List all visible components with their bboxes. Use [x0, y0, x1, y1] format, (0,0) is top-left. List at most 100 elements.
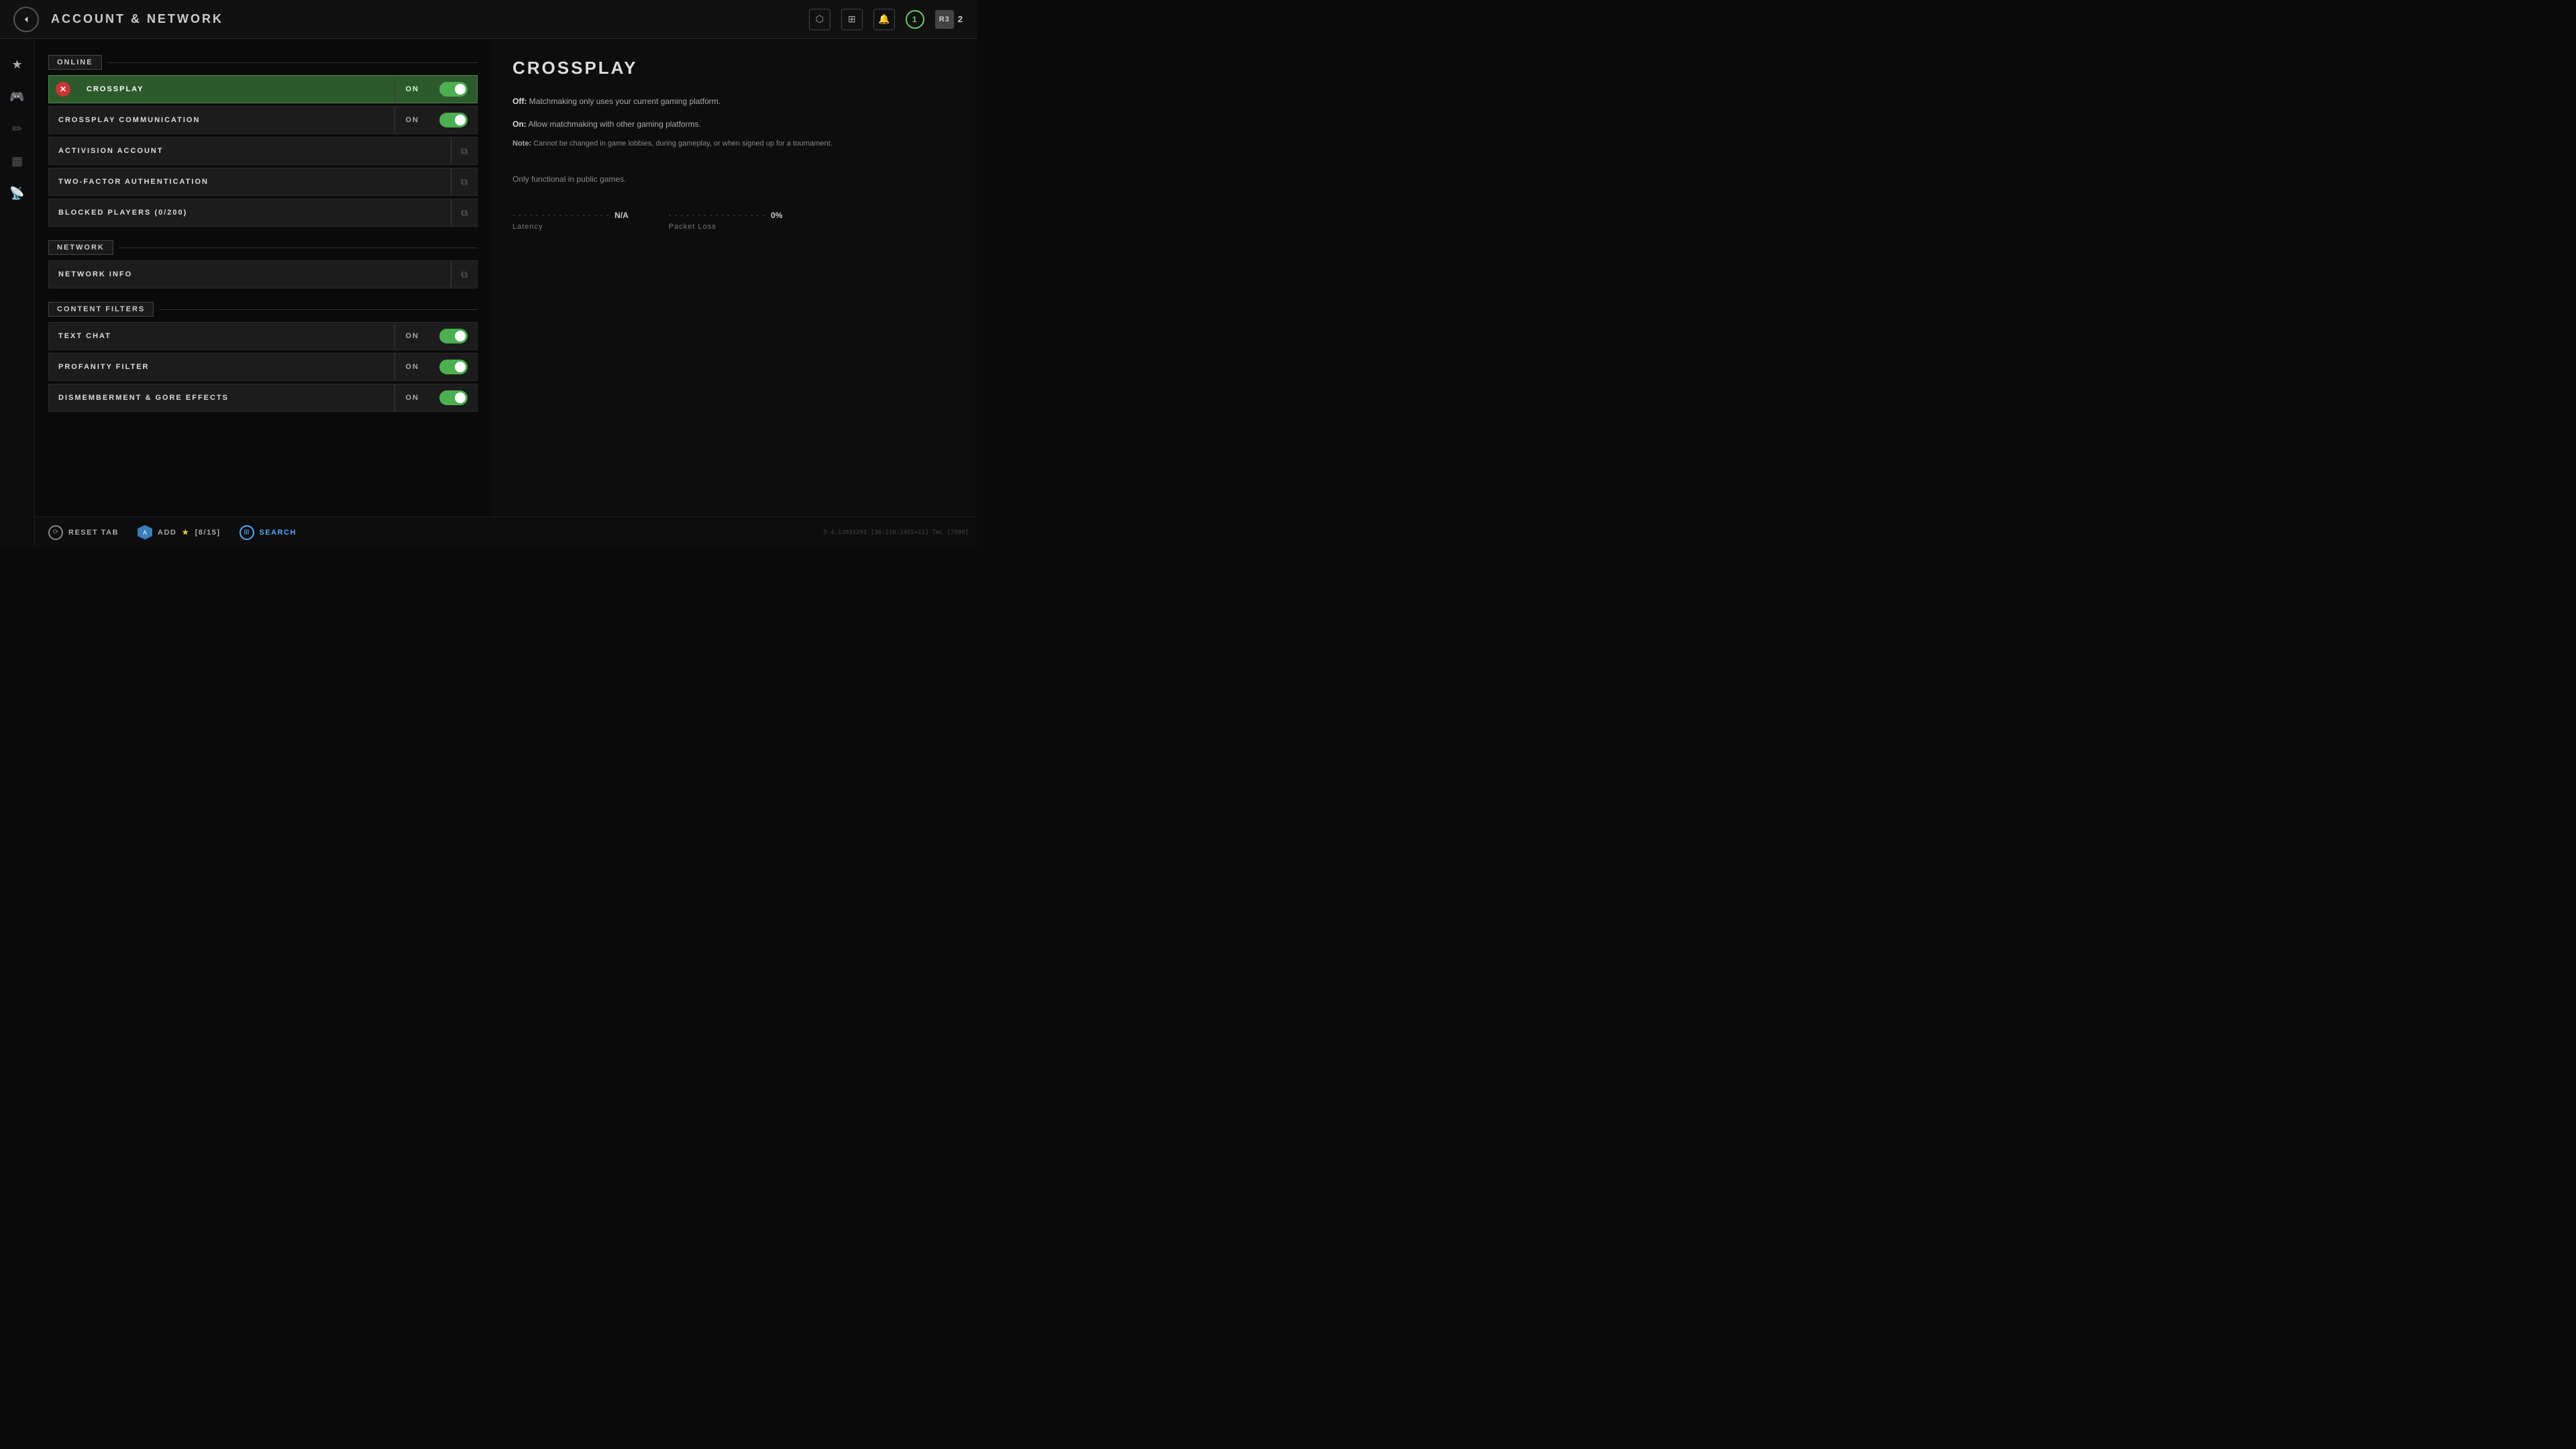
gap2 — [48, 291, 478, 299]
network-info-external-icon[interactable]: ⧉ — [451, 269, 477, 280]
profanity-filter-toggle[interactable] — [439, 360, 468, 374]
search-icon: ⊞ — [239, 525, 254, 540]
reset-tab-icon: ⟳ — [48, 525, 63, 540]
dg-toggle-container — [430, 390, 477, 405]
sidebar-item-favorites[interactable]: ★ — [5, 52, 30, 76]
currency-icon[interactable]: ⬡ — [809, 9, 830, 30]
cc-toggle-container — [430, 113, 477, 127]
text-chat-row[interactable]: TEXT CHAT ON — [48, 322, 478, 350]
network-info-row[interactable]: NETWORK INFO ⧉ — [48, 260, 478, 288]
latency-value: N/A — [614, 211, 629, 220]
dismemberment-toggle[interactable] — [439, 390, 468, 405]
activision-account-row[interactable]: ACTIVISION ACCOUNT ⧉ — [48, 137, 478, 165]
detail-note: Note: Cannot be changed in game lobbies,… — [513, 140, 955, 148]
blocked-players-external-icon[interactable]: ⧉ — [451, 207, 477, 219]
rank-circle: 1 — [906, 10, 924, 29]
top-right-icons: ⬡ ⊞ 🔔 1 R3 2 — [809, 9, 963, 30]
dismemberment-value: ON — [395, 394, 431, 402]
sidebar-item-controller[interactable]: 🎮 — [5, 85, 30, 109]
back-button[interactable] — [13, 7, 39, 32]
search-label: SEARCH — [260, 529, 297, 537]
dismemberment-row[interactable]: DISMEMBERMENT & GORE EFFECTS ON — [48, 384, 478, 412]
online-divider — [107, 62, 478, 63]
crossplay-toggle[interactable] — [439, 82, 468, 97]
bottom-bar: ⟳ RESET TAB A ADD ★ [8/15] ⊞ SEARCH 9.4.… — [35, 517, 977, 547]
crossplay-communication-value: ON — [395, 116, 431, 124]
latency-stat-line: - - - - - - - - - - - - - - - - - N/A — [513, 211, 629, 220]
packet-label: Packet Loss — [669, 223, 783, 231]
star-icon: ★ — [182, 528, 189, 537]
bottom-spacer — [48, 415, 478, 455]
network-info-label: NETWORK INFO — [49, 270, 451, 278]
sidebar-item-hud[interactable]: ▦ — [5, 149, 30, 173]
latency-stat: - - - - - - - - - - - - - - - - - N/A La… — [513, 211, 629, 231]
text-chat-toggle[interactable] — [439, 329, 468, 343]
add-favorite-icon: A — [138, 525, 152, 540]
reset-tab-action[interactable]: ⟳ RESET TAB — [48, 525, 119, 540]
detail-on-description: Allow matchmaking with other gaming plat… — [528, 119, 700, 129]
pf-toggle-container — [430, 360, 477, 374]
add-label: ADD — [158, 529, 176, 537]
sidebar: ★ 🎮 ✏ ▦ 📡 — [0, 39, 35, 547]
detail-title: CROSSPLAY — [513, 58, 955, 78]
notification-icon[interactable]: 🔔 — [873, 9, 895, 30]
detail-note-text: Cannot be changed in game lobbies, durin… — [533, 140, 833, 148]
online-section-header: ONLINE — [48, 55, 478, 70]
profanity-filter-row[interactable]: PROFANITY FILTER ON — [48, 353, 478, 381]
detail-on-text: On: Allow matchmaking with other gaming … — [513, 117, 955, 132]
two-factor-row[interactable]: TWO-FACTOR AUTHENTICATION ⧉ — [48, 168, 478, 196]
text-chat-value: ON — [395, 332, 431, 340]
latency-label: Latency — [513, 223, 629, 231]
detail-public-note: Only functional in public games. — [513, 174, 955, 184]
blocked-players-row[interactable]: BLOCKED PLAYERS (0/200) ⧉ — [48, 199, 478, 227]
packet-value: 0% — [771, 211, 782, 220]
network-section-header: NETWORK — [48, 240, 478, 255]
content-filters-section-header: CONTENT FILTERS — [48, 302, 478, 317]
detail-off-description: Matchmaking only uses your current gamin… — [529, 97, 720, 106]
latency-dashes: - - - - - - - - - - - - - - - - - — [513, 211, 609, 219]
packet-dashes: - - - - - - - - - - - - - - - - - — [669, 211, 765, 219]
rank-badge: 1 — [906, 10, 924, 29]
search-action[interactable]: ⊞ SEARCH — [239, 525, 297, 540]
gap1 — [48, 229, 478, 237]
crossplay-label: CROSSPLAY — [77, 85, 394, 93]
activision-account-label: ACTIVISION ACCOUNT — [49, 147, 451, 155]
two-factor-external-icon[interactable]: ⧉ — [451, 176, 477, 188]
left-panel: ONLINE ✕ CROSSPLAY ON CROSSPLAY COMMUNIC… — [35, 39, 491, 547]
rank-square: R3 — [935, 10, 954, 29]
sidebar-item-network[interactable]: 📡 — [5, 181, 30, 205]
network-stats: - - - - - - - - - - - - - - - - - N/A La… — [513, 211, 955, 231]
network-label: NETWORK — [48, 240, 113, 255]
add-favorite-action[interactable]: A ADD ★ [8/15] — [138, 525, 220, 540]
page-title: ACCOUNT & NETWORK — [51, 12, 223, 26]
profanity-filter-value: ON — [395, 363, 431, 371]
packet-loss-stat: - - - - - - - - - - - - - - - - - 0% Pac… — [669, 211, 783, 231]
crossplay-communication-label: CROSSPLAY COMMUNICATION — [49, 116, 394, 124]
activision-external-icon[interactable]: ⧉ — [451, 146, 477, 157]
crossplay-x-icon: ✕ — [56, 82, 70, 97]
blocked-players-label: BLOCKED PLAYERS (0/200) — [49, 209, 451, 217]
profanity-filter-label: PROFANITY FILTER — [49, 363, 394, 371]
content-filters-label: CONTENT FILTERS — [48, 302, 154, 317]
crossplay-communication-row[interactable]: CROSSPLAY COMMUNICATION ON — [48, 106, 478, 134]
two-factor-label: TWO-FACTOR AUTHENTICATION — [49, 178, 451, 186]
top-bar: ACCOUNT & NETWORK ⬡ ⊞ 🔔 1 R3 2 — [0, 0, 977, 39]
player-badge: R3 2 — [935, 10, 963, 29]
crossplay-value: ON — [395, 85, 431, 93]
sidebar-item-edit[interactable]: ✏ — [5, 117, 30, 141]
dismemberment-label: DISMEMBERMENT & GORE EFFECTS — [49, 394, 394, 402]
text-chat-label: TEXT CHAT — [49, 332, 394, 340]
favorites-count: [8/15] — [195, 529, 221, 537]
grid-icon[interactable]: ⊞ — [841, 9, 863, 30]
crossplay-toggle-container — [430, 82, 477, 97]
tc-toggle-container — [430, 329, 477, 343]
online-label: ONLINE — [48, 55, 102, 70]
crossplay-communication-toggle[interactable] — [439, 113, 468, 127]
cf-divider — [159, 309, 478, 310]
detail-off-text: Off: Matchmaking only uses your current … — [513, 95, 955, 109]
version-text: 9.4.13031291 [36:210:1465+11] Tmc [7000] — [823, 529, 969, 536]
crossplay-row[interactable]: ✕ CROSSPLAY ON — [48, 75, 478, 103]
main-content: ONLINE ✕ CROSSPLAY ON CROSSPLAY COMMUNIC… — [35, 39, 977, 547]
reset-tab-label: RESET TAB — [68, 529, 119, 537]
right-panel: CROSSPLAY Off: Matchmaking only uses you… — [491, 39, 977, 547]
